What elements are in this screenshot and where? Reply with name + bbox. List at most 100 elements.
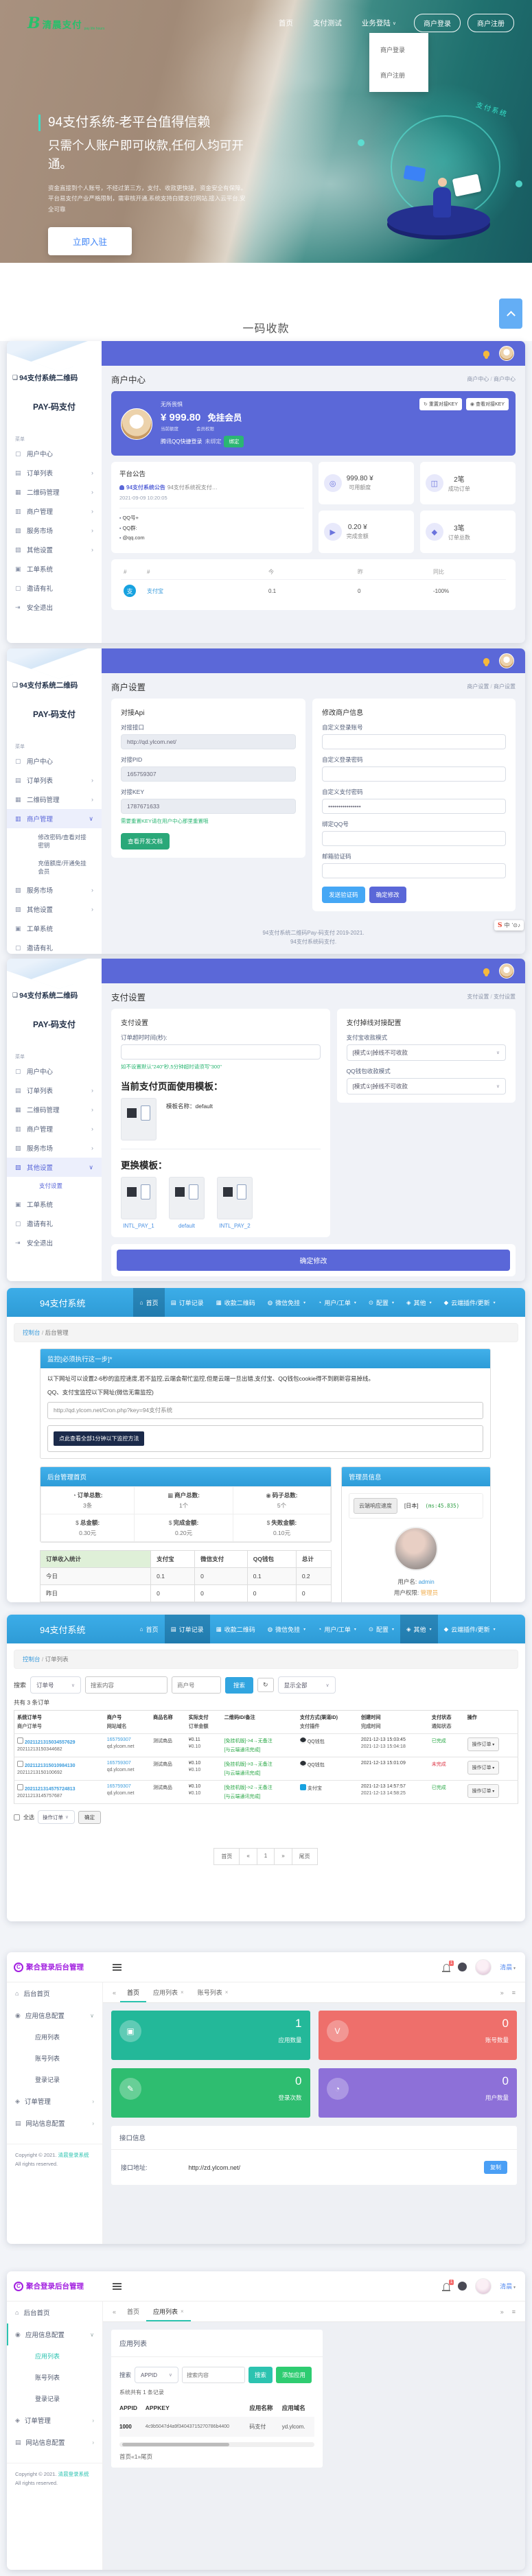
order-action-button[interactable]: 操作订单 [467,1761,500,1775]
admin-nav-item[interactable]: ⌂ 首页 [133,1615,164,1643]
breadcrumb-link[interactable]: 控制台 [23,1656,41,1663]
search-type-select[interactable]: 订单号 [30,1676,81,1694]
bell-icon[interactable] [483,351,489,357]
sidebar-item[interactable]: ▤ 网站信息配置 › [7,2431,102,2453]
sidebar-item[interactable]: ◈ 订单管理 › [7,2090,102,2112]
announcement-link[interactable]: 94支付系统公告 [126,484,165,491]
admin-nav-item[interactable]: ◆ 云端插件/更新 [438,1615,502,1643]
scrollbar-thumb[interactable] [122,2443,229,2446]
api-url-field[interactable] [121,734,296,749]
breadcrumb-link[interactable]: 控制台 [23,1329,41,1336]
sidebar-item[interactable]: ▢ 邀请有礼 [7,578,102,598]
sidebar-item[interactable]: 修改密码/查看对接密钥 [7,828,102,854]
merchant-id-link[interactable]: 165759307 [107,1737,131,1742]
sidebar-item[interactable]: ▦ 二维码管理 › [7,1100,102,1119]
sidebar-item[interactable]: ▥ 商户管理 › [7,1119,102,1138]
api-key-field[interactable] [121,799,296,814]
hamburger-icon[interactable] [113,1967,122,1968]
row-checkbox[interactable] [17,1784,23,1790]
admin-brand[interactable]: 94支付系统 [7,1288,85,1317]
avatar[interactable] [499,346,514,361]
admin-nav-item[interactable]: ▤ 订单记录 [165,1615,210,1643]
copyright-link[interactable]: 清晨登录系统 [58,2471,89,2477]
back-to-top-button[interactable] [499,298,522,329]
user-menu[interactable]: 清晨 [500,2282,516,2291]
page-button[interactable]: 1 [257,1848,275,1865]
qq-mode-select[interactable]: [模式①]掉线不可收款 [347,1078,506,1094]
sidebar-item[interactable]: 账号列表 [7,2048,102,2069]
avatar[interactable] [475,1959,491,1976]
sidebar-item[interactable]: ▧ 其他设置 › [7,900,102,919]
tab[interactable]: 首页 × [120,1982,146,2002]
view-key-button[interactable]: ◉ 查看对接KEY [466,398,509,410]
nav-link[interactable]: 首页 [279,18,295,28]
page-button[interactable]: « [239,1848,257,1865]
theme-icon[interactable] [458,2282,467,2291]
sidebar-item[interactable]: ◉ 应用信息配置 ∨ [7,2004,102,2026]
tabs-scroll-right[interactable]: » [496,1982,508,2002]
merchant-id-input[interactable] [172,1676,221,1694]
admin-nav-item[interactable]: ⊙ 配置 [362,1288,400,1317]
row-checkbox[interactable] [17,1761,23,1767]
sidebar-item[interactable]: 支付设置 [7,1177,102,1195]
sidebar-item[interactable]: ▢ 用户中心 [7,1062,102,1081]
admin-nav-item[interactable]: ⊙ 配置 [362,1615,400,1643]
page-button[interactable]: 首页 [213,1848,240,1865]
ping-button[interactable]: 云端响应速度 [354,1498,397,1514]
custom-password-field[interactable] [322,766,506,782]
admin-nav-item[interactable]: ◍ 微信免挂 [262,1615,312,1643]
filter-select[interactable]: 显示全部 [278,1676,336,1694]
bulk-action-select[interactable]: 操作订单 [38,1810,75,1824]
sidebar-item[interactable]: ⌂ 后台首页 [7,1982,102,2004]
order-action-button[interactable]: 操作订单 [467,1784,500,1798]
tabs-menu-icon[interactable]: ≡ [508,1982,520,2002]
tabs-scroll-left[interactable]: « [108,1982,120,2002]
bell-icon[interactable]: 1 [443,2283,450,2290]
breadcrumb-link[interactable]: 支付设置 [467,994,489,1000]
avatar[interactable] [499,963,514,979]
dropdown-menu-item[interactable]: 商户登录 [369,37,428,62]
system-order-no[interactable]: 2021121315034557629 [25,1740,76,1745]
breadcrumb-link[interactable]: 商户中心 [467,376,489,382]
merchant-id-link[interactable]: 165759307 [107,1784,131,1789]
sidebar-item[interactable]: 应用列表 [7,2345,102,2367]
admin-nav-item[interactable]: ▦ 收款二维码 [210,1615,262,1643]
sidebar-item[interactable]: ▤ 网站信息配置 › [7,2112,102,2134]
admin-brand[interactable]: 94支付系统 [7,1615,85,1643]
search-type-select[interactable]: APPID [135,2367,178,2383]
tab[interactable]: 应用列表 × [146,2302,191,2321]
bell-icon[interactable]: 1 [443,1964,450,1971]
bind-qq-field[interactable] [322,831,506,846]
bulk-confirm-button[interactable]: 确定 [78,1811,101,1824]
select-all-checkbox[interactable] [14,1814,20,1820]
aggregate-logo[interactable]: C 聚合登录后台管理 [7,1962,103,1972]
admin-nav-item[interactable]: ⌂ 首页 [133,1288,164,1317]
avatar[interactable] [475,2278,491,2295]
timeout-field[interactable] [121,1044,321,1059]
admin-nav-item[interactable]: ◔ 用户/工单 [312,1615,362,1643]
sidebar-item[interactable]: ◉ 应用信息配置 ∨ [7,2323,102,2345]
refresh-button[interactable]: ↻ [257,1678,274,1692]
tabs-scroll-right[interactable]: » [496,2302,508,2321]
sidebar-item[interactable]: ▥ 商户管理 ∨ [7,809,102,828]
ime-toolbar[interactable]: S 中 ’⊙♪ [494,920,524,930]
copyright-link[interactable]: 清晨登录系统 [58,2152,89,2158]
admin-nav-item[interactable]: ▤ 订单记录 [165,1288,210,1317]
sidebar-item[interactable]: ▨ 服务市场 › [7,1138,102,1158]
copy-button[interactable]: 复制 [484,2161,507,2174]
merchant-register-button[interactable]: 商户注册 [467,14,514,32]
search-button[interactable]: 搜索 [225,1677,253,1694]
hamburger-icon[interactable] [113,2286,122,2287]
search-keyword-input[interactable] [182,2367,245,2383]
merchant-id-link[interactable]: 165759307 [107,1761,131,1766]
nav-link[interactable]: 支付测试 [313,18,344,28]
sidebar-item[interactable]: ▣ 工单系统 [7,1195,102,1214]
tabs-scroll-left[interactable]: « [108,2302,120,2321]
sidebar-item[interactable]: ⇥ 安全退出 [7,1233,102,1252]
sidebar-item[interactable]: ▥ 商户管理 › [7,502,102,521]
sidebar-item[interactable]: ▤ 订单列表 › [7,463,102,482]
sidebar-item[interactable]: ▨ 服务市场 › [7,880,102,900]
bell-icon[interactable] [483,658,489,664]
tab-close-icon[interactable]: × [181,2308,184,2315]
page-button[interactable]: » [274,1848,292,1865]
